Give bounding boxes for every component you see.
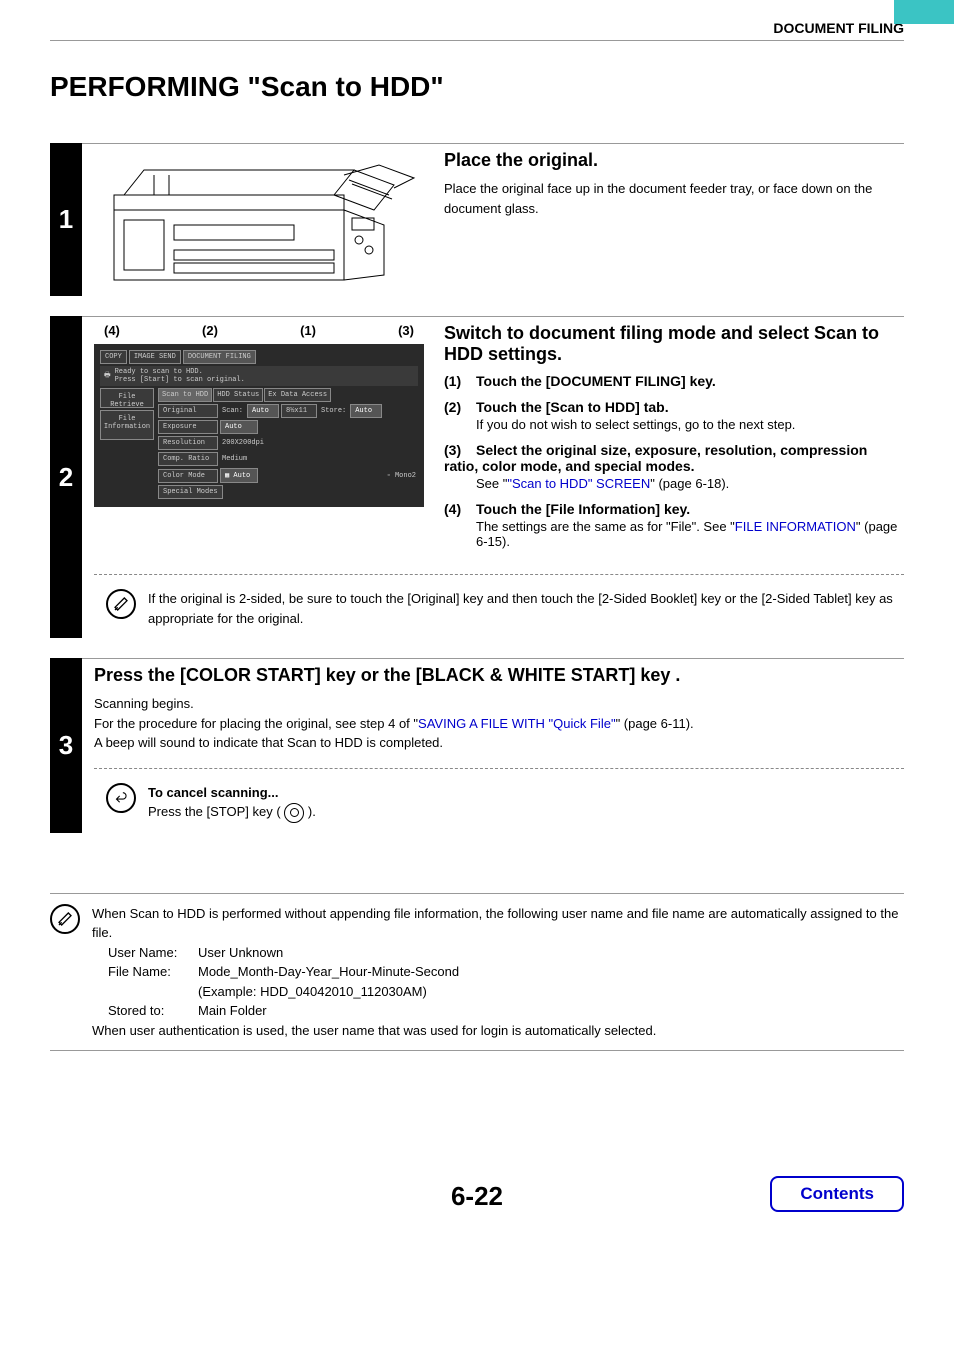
tab-copy[interactable]: COPY	[100, 350, 127, 364]
dashed-separator	[94, 768, 904, 769]
callout-markers: (4) (2) (1) (3)	[94, 323, 424, 344]
step-number: 1	[50, 143, 82, 296]
step1-body: Place the original face up in the docume…	[444, 179, 904, 218]
file-information-link[interactable]: FILE INFORMATION	[735, 519, 856, 534]
screen-status: 🖶 Ready to scan to HDD.Press [Start] to …	[100, 366, 418, 386]
storedto-value: Main Folder	[198, 1001, 267, 1021]
step-number: 2	[50, 316, 82, 638]
tab-image-send[interactable]: IMAGE SEND	[129, 350, 181, 364]
scan-auto[interactable]: Auto	[247, 404, 279, 418]
info-line1: When Scan to HDD is performed without ap…	[92, 904, 904, 943]
scan-to-hdd-screen-link[interactable]: "Scan to HDD" SCREEN	[507, 476, 650, 491]
saving-file-link[interactable]: SAVING A FILE WITH "Quick File"	[418, 716, 616, 731]
dashed-separator	[94, 574, 904, 575]
resolution-button[interactable]: Resolution	[158, 436, 218, 450]
filename-example: (Example: HDD_04042010_112030AM)	[198, 982, 427, 1002]
exposure-value: Auto	[220, 420, 258, 434]
header-rule	[50, 40, 904, 41]
step3-line2: For the procedure for placing the origin…	[94, 714, 904, 734]
subtab-hdd-status[interactable]: HDD Status	[213, 388, 263, 402]
section-header: DOCUMENT FILING	[50, 20, 904, 36]
exposure-button[interactable]: Exposure	[158, 420, 218, 434]
info-line2: When user authentication is used, the us…	[92, 1021, 904, 1041]
resolution-value: 200X200dpi	[220, 439, 266, 447]
cancel-body: Press the [STOP] key ( ).	[148, 802, 316, 823]
touchscreen-panel: COPY IMAGE SEND DOCUMENT FILING 🖶 Ready …	[94, 344, 424, 507]
step3-heading: Press the [COLOR START] key or the [BLAC…	[94, 665, 904, 686]
file-information-button[interactable]: File Information	[100, 410, 154, 440]
comp-ratio-value: Medium	[220, 455, 249, 463]
filename-value: Mode_Month-Day-Year_Hour-Minute-Second	[198, 962, 459, 982]
step3-line1: Scanning begins.	[94, 694, 904, 714]
accent-bar	[894, 0, 954, 24]
step2-note: If the original is 2-sided, be sure to t…	[148, 589, 904, 628]
store-auto[interactable]: Auto	[350, 404, 382, 418]
pencil-note-icon	[106, 589, 136, 619]
step-2: 2 (4) (2) (1) (3) COPY IMAGE SEND DOCUME…	[50, 316, 904, 638]
marker-4: (4)	[104, 323, 120, 338]
color-mode-value: ▦ Auto	[220, 468, 258, 483]
username-value: User Unknown	[198, 943, 283, 963]
step2-heading: Switch to document filing mode and selec…	[444, 323, 904, 365]
stop-key-icon	[284, 803, 304, 823]
tab-document-filing[interactable]: DOCUMENT FILING	[183, 350, 256, 364]
step1-heading: Place the original.	[444, 150, 904, 171]
store-label: Store:	[319, 407, 348, 415]
pencil-note-icon	[50, 904, 80, 934]
step-1: 1	[50, 143, 904, 296]
storedto-key: Stored to:	[108, 1001, 198, 1021]
filename-key: File Name:	[108, 962, 198, 982]
contents-button[interactable]: Contents	[770, 1176, 904, 1212]
page-title: PERFORMING "Scan to HDD"	[50, 71, 904, 103]
marker-2: (2)	[202, 323, 218, 338]
subtab-scan-to-hdd[interactable]: Scan to HDD	[158, 388, 212, 402]
machine-illustration	[94, 150, 424, 290]
step2-substeps: (1)Touch the [DOCUMENT FILING] key. (2)T…	[444, 373, 904, 549]
subtab-file-retrieve[interactable]: File Retrieve	[100, 388, 154, 408]
special-modes-button[interactable]: Special Modes	[158, 485, 223, 499]
step-3: 3 Press the [COLOR START] key or the [BL…	[50, 658, 904, 833]
back-arrow-icon	[106, 783, 136, 813]
color-mode-button[interactable]: Color Mode	[158, 469, 218, 483]
step3-line3: A beep will sound to indicate that Scan …	[94, 733, 904, 753]
original-button[interactable]: Original	[158, 404, 218, 418]
scan-label: Scan:	[220, 407, 245, 415]
color-mode-mono: ▫ Mono2	[385, 472, 418, 480]
username-key: User Name:	[108, 943, 198, 963]
comp-ratio-button[interactable]: Comp. Ratio	[158, 452, 218, 466]
step-number: 3	[50, 658, 82, 833]
marker-3: (3)	[398, 323, 414, 338]
cancel-title: To cancel scanning...	[148, 783, 316, 803]
info-block: When Scan to HDD is performed without ap…	[50, 893, 904, 1052]
subtab-ex-data-access[interactable]: Ex Data Access	[264, 388, 331, 402]
scan-size[interactable]: 8½x11	[281, 404, 317, 418]
marker-1: (1)	[300, 323, 316, 338]
